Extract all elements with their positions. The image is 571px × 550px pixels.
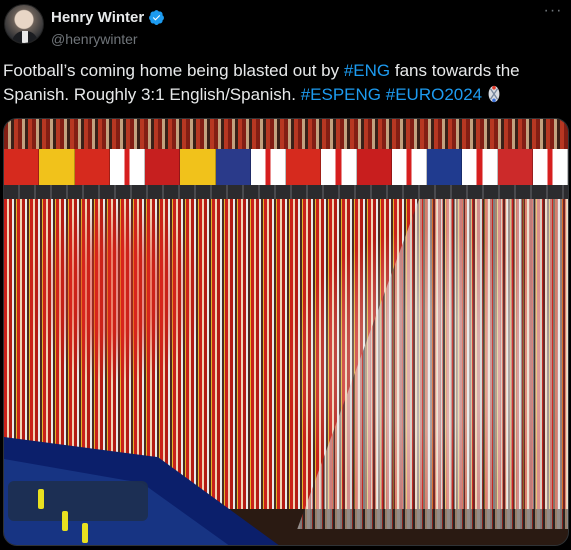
fan-flag bbox=[391, 149, 427, 185]
tweet-media-photo[interactable] bbox=[3, 118, 569, 546]
steward bbox=[62, 511, 68, 531]
hashtag-link[interactable]: #ESPENG bbox=[301, 85, 381, 104]
fan-flags-banner-row bbox=[4, 149, 568, 185]
fan-flag bbox=[532, 149, 568, 185]
fan-flag bbox=[462, 149, 498, 185]
fan-flag bbox=[4, 149, 40, 185]
author-name[interactable]: Henry Winter bbox=[51, 9, 144, 26]
fan-flag bbox=[497, 149, 533, 185]
steward bbox=[38, 489, 44, 509]
fan-flag bbox=[427, 149, 463, 185]
steward bbox=[82, 523, 88, 543]
tweet-header: Henry Winter @henrywinter ··· bbox=[4, 3, 563, 48]
fan-flag bbox=[250, 149, 286, 185]
hashtag-link[interactable]: #EURO2024 bbox=[386, 85, 482, 104]
tweet-text: Football’s coming home being blasted out… bbox=[3, 59, 563, 107]
tweet-text-segment: Football’s coming home being blasted out… bbox=[3, 61, 344, 80]
fan-flag bbox=[215, 149, 251, 185]
fan-flag bbox=[321, 149, 357, 185]
hashtag-link[interactable]: #ENG bbox=[344, 61, 390, 80]
tweet-card: Henry Winter @henrywinter ··· Football’s… bbox=[0, 0, 571, 550]
euro2024-emoji-icon bbox=[485, 85, 503, 103]
fan-flag bbox=[145, 149, 181, 185]
fan-flag bbox=[286, 149, 322, 185]
fan-flag bbox=[39, 149, 75, 185]
more-horizontal-icon[interactable]: ··· bbox=[543, 3, 563, 22]
verified-badge-icon bbox=[148, 9, 165, 26]
author-name-row: Henry Winter bbox=[51, 9, 165, 26]
author-handle[interactable]: @henrywinter bbox=[51, 31, 138, 47]
stadium-tier-rail bbox=[4, 185, 568, 199]
pitchside-cover bbox=[8, 481, 148, 521]
avatar-shirt bbox=[22, 31, 28, 43]
fan-flag bbox=[356, 149, 392, 185]
fan-flag bbox=[180, 149, 216, 185]
avatar[interactable] bbox=[4, 4, 44, 44]
fan-flag bbox=[109, 149, 145, 185]
fan-flag bbox=[74, 149, 110, 185]
